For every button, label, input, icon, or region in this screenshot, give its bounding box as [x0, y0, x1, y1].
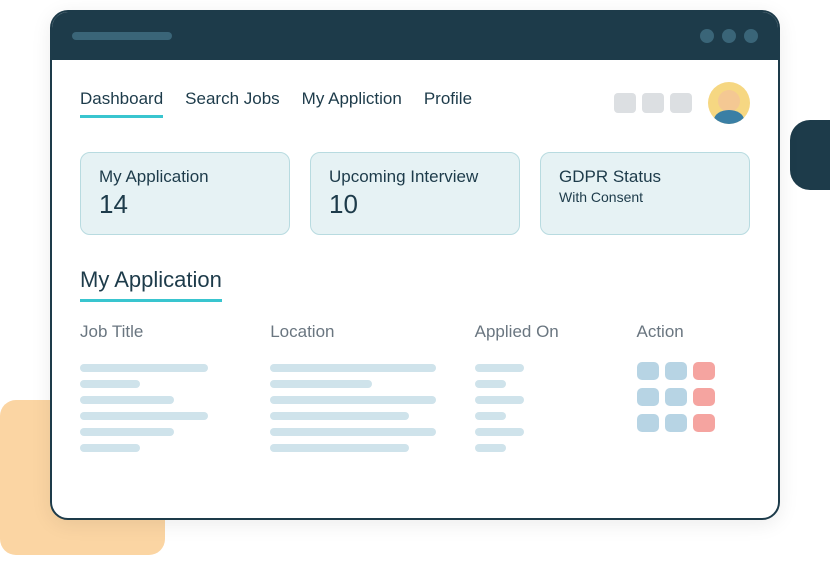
action-button-delete[interactable]	[693, 388, 715, 406]
stat-title: GDPR Status	[559, 167, 731, 187]
table-cell-placeholder	[80, 364, 250, 452]
titlebar-placeholder	[72, 32, 172, 40]
action-button[interactable]	[637, 388, 659, 406]
action-buttons-row	[637, 388, 750, 406]
action-button[interactable]	[665, 414, 687, 432]
column-header-action: Action	[637, 322, 750, 342]
action-button[interactable]	[665, 362, 687, 380]
stat-card-gdpr[interactable]: GDPR Status With Consent	[540, 152, 750, 235]
stat-value: 10	[329, 189, 501, 220]
stat-title: Upcoming Interview	[329, 167, 501, 187]
header-icon-placeholder[interactable]	[642, 93, 664, 113]
window-dot-icon[interactable]	[722, 29, 736, 43]
stat-title: My Application	[99, 167, 271, 187]
column-header-applied-on: Applied On	[475, 322, 617, 342]
applications-table: Job Title Location Applied On Action	[80, 322, 750, 452]
action-buttons-row	[637, 362, 750, 380]
header-icon-placeholder[interactable]	[614, 93, 636, 113]
window-dot-icon[interactable]	[700, 29, 714, 43]
app-window: Dashboard Search Jobs My Appliction Prof…	[50, 10, 780, 520]
table-cell-placeholder	[475, 364, 617, 452]
action-button-delete[interactable]	[693, 414, 715, 432]
action-buttons-row	[637, 414, 750, 432]
action-button-delete[interactable]	[693, 362, 715, 380]
titlebar	[52, 12, 778, 60]
stat-card-interviews[interactable]: Upcoming Interview 10	[310, 152, 520, 235]
stats-row: My Application 14 Upcoming Interview 10 …	[80, 152, 750, 235]
stat-sub: With Consent	[559, 189, 731, 205]
main-tabs: Dashboard Search Jobs My Appliction Prof…	[80, 89, 472, 118]
section-title: My Application	[80, 267, 222, 302]
stat-card-applications[interactable]: My Application 14	[80, 152, 290, 235]
window-dot-icon[interactable]	[744, 29, 758, 43]
action-button[interactable]	[665, 388, 687, 406]
header: Dashboard Search Jobs My Appliction Prof…	[80, 82, 750, 124]
stat-value: 14	[99, 189, 271, 220]
tab-search-jobs[interactable]: Search Jobs	[185, 89, 280, 118]
window-controls	[700, 29, 758, 43]
tab-my-application[interactable]: My Appliction	[302, 89, 402, 118]
header-icons	[614, 93, 692, 113]
user-avatar[interactable]	[708, 82, 750, 124]
tab-dashboard[interactable]: Dashboard	[80, 89, 163, 118]
column-header-job-title: Job Title	[80, 322, 250, 342]
action-button[interactable]	[637, 362, 659, 380]
table-cell-actions	[637, 362, 750, 452]
decorative-shape-right	[790, 120, 830, 190]
tab-profile[interactable]: Profile	[424, 89, 472, 118]
column-header-location: Location	[270, 322, 454, 342]
header-icon-placeholder[interactable]	[670, 93, 692, 113]
table-cell-placeholder	[270, 364, 454, 452]
action-button[interactable]	[637, 414, 659, 432]
